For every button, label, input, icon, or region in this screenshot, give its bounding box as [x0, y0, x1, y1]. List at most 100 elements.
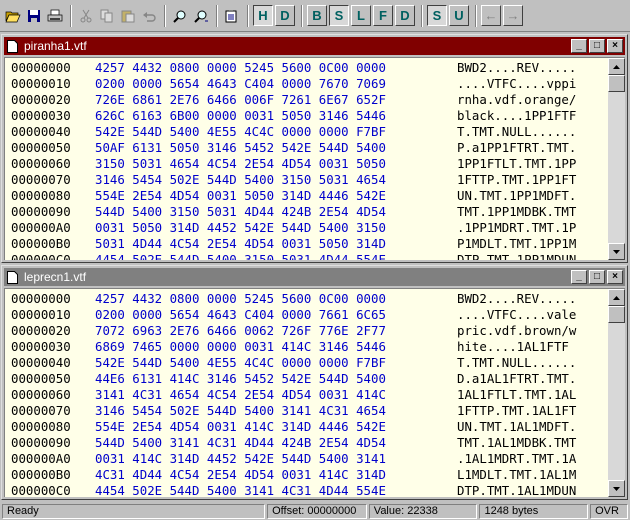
- vertical-scrollbar[interactable]: [608, 289, 625, 497]
- copy-icon[interactable]: [97, 5, 117, 26]
- minimize-button[interactable]: _: [571, 270, 587, 284]
- ascii-text[interactable]: L1MDLT.TMT.1AL1M: [457, 467, 576, 483]
- toggle-b-button[interactable]: B: [307, 5, 327, 26]
- hex-row[interactable]: 00000000 4257 4432 0800 0000 5245 5600 0C…: [11, 60, 608, 76]
- ascii-text[interactable]: rnha.vdf.orange/: [457, 92, 576, 108]
- ascii-text[interactable]: .1PP1MDRT.TMT.1P: [457, 220, 576, 236]
- hex-bytes[interactable]: 4C31 4D44 4C54 2E54 4D54 0031 414C 314D: [95, 467, 457, 483]
- find-next-icon[interactable]: [191, 5, 211, 26]
- ascii-text[interactable]: DTP.TMT.1AL1MDUN: [457, 483, 576, 497]
- ascii-text[interactable]: pric.vdf.brown/w: [457, 323, 576, 339]
- close-button[interactable]: ×: [607, 39, 623, 53]
- toggle-d-button[interactable]: D: [395, 5, 415, 26]
- hex-bytes[interactable]: 544D 5400 3141 4C31 4D44 424B 2E54 4D54: [95, 435, 457, 451]
- ascii-text[interactable]: UN.TMT.1AL1MDFT.: [457, 419, 576, 435]
- maximize-button[interactable]: □: [589, 270, 605, 284]
- toggle-f-button[interactable]: F: [373, 5, 393, 26]
- ascii-text[interactable]: 1FTTP.TMT.1AL1FT: [457, 403, 576, 419]
- ascii-text[interactable]: .1AL1MDRT.TMT.1A: [457, 451, 576, 467]
- hex-bytes[interactable]: 626C 6163 6B00 0000 0031 5050 3146 5446: [95, 108, 457, 124]
- ascii-text[interactable]: hite....1AL1FTF: [457, 339, 569, 355]
- ascii-text[interactable]: 1FTTP.TMT.1PP1FT: [457, 172, 576, 188]
- hex-bytes[interactable]: 5031 4D44 4C54 2E54 4D54 0031 5050 314D: [95, 236, 457, 252]
- hex-row[interactable]: 00000060 3150 5031 4654 4C54 2E54 4D54 00…: [11, 156, 608, 172]
- hex-bytes[interactable]: 50AF 6131 5050 3146 5452 542E 544D 5400: [95, 140, 457, 156]
- ascii-text[interactable]: black....1PP1FTF: [457, 108, 576, 124]
- scroll-thumb[interactable]: [608, 306, 625, 323]
- hex-bytes[interactable]: 3146 5454 502E 544D 5400 3150 5031 4654: [95, 172, 457, 188]
- hex-row[interactable]: 000000B0 4C31 4D44 4C54 2E54 4D54 0031 41…: [11, 467, 608, 483]
- hex-bytes[interactable]: 4454 502E 544D 5400 3150 5031 4D44 554E: [95, 252, 457, 260]
- hex-row[interactable]: 00000080 554E 2E54 4D54 0031 5050 314D 44…: [11, 188, 608, 204]
- hex-row[interactable]: 00000000 4257 4432 0800 0000 5245 5600 0C…: [11, 291, 608, 307]
- forward-button[interactable]: →: [503, 5, 523, 26]
- hex-bytes[interactable]: 3146 5454 502E 544D 5400 3141 4C31 4654: [95, 403, 457, 419]
- hex-row[interactable]: 00000040 542E 544D 5400 4E55 4C4C 0000 00…: [11, 124, 608, 140]
- toggle-l-button[interactable]: L: [351, 5, 371, 26]
- save-icon[interactable]: [24, 5, 44, 26]
- maximize-button[interactable]: □: [589, 39, 605, 53]
- hex-bytes[interactable]: 542E 544D 5400 4E55 4C4C 0000 0000 F7BF: [95, 355, 457, 371]
- ascii-text[interactable]: ....VTFC....vale: [457, 307, 576, 323]
- hex-row[interactable]: 00000030 6869 7465 0000 0000 0031 414C 31…: [11, 339, 608, 355]
- hex-row[interactable]: 00000080 554E 2E54 4D54 0031 414C 314D 44…: [11, 419, 608, 435]
- toggle-d-button[interactable]: D: [275, 5, 295, 26]
- hex-bytes[interactable]: 554E 2E54 4D54 0031 5050 314D 4446 542E: [95, 188, 457, 204]
- hex-row[interactable]: 00000020 726E 6861 2E76 6466 006F 7261 6E…: [11, 92, 608, 108]
- hex-row[interactable]: 000000C0 4454 502E 544D 5400 3141 4C31 4D…: [11, 483, 608, 497]
- hex-row[interactable]: 00000090 544D 5400 3150 5031 4D44 424B 2E…: [11, 204, 608, 220]
- hex-row[interactable]: 000000A0 0031 5050 314D 4452 542E 544D 54…: [11, 220, 608, 236]
- hex-row[interactable]: 00000040 542E 544D 5400 4E55 4C4C 0000 00…: [11, 355, 608, 371]
- ascii-text[interactable]: T.TMT.NULL......: [457, 355, 576, 371]
- hex-bytes[interactable]: 44E6 6131 414C 3146 5452 542E 544D 5400: [95, 371, 457, 387]
- hex-row[interactable]: 00000010 0200 0000 5654 4643 C404 0000 76…: [11, 76, 608, 92]
- find-icon[interactable]: [170, 5, 190, 26]
- ascii-text[interactable]: P.a1PP1FTRT.TMT.: [457, 140, 576, 156]
- hex-bytes[interactable]: 554E 2E54 4D54 0031 414C 314D 4446 542E: [95, 419, 457, 435]
- hex-row[interactable]: 000000C0 4454 502E 544D 5400 3150 5031 4D…: [11, 252, 608, 260]
- ascii-text[interactable]: UN.TMT.1PP1MDFT.: [457, 188, 576, 204]
- print-icon[interactable]: [45, 5, 65, 26]
- hex-row[interactable]: 00000060 3141 4C31 4654 4C54 2E54 4D54 00…: [11, 387, 608, 403]
- open-icon[interactable]: [3, 5, 23, 26]
- hex-bytes[interactable]: 7072 6963 2E76 6466 0062 726F 776E 2F77: [95, 323, 457, 339]
- hex-row[interactable]: 00000020 7072 6963 2E76 6466 0062 726F 77…: [11, 323, 608, 339]
- ascii-text[interactable]: BWD2....REV.....: [457, 291, 576, 307]
- hex-view[interactable]: 00000000 4257 4432 0800 0000 5245 5600 0C…: [4, 288, 625, 497]
- toggle-s-button[interactable]: S: [427, 5, 447, 26]
- window-title-bar[interactable]: leprecn1.vtf _ □ ×: [4, 268, 625, 286]
- window-title-bar[interactable]: piranha1.vtf _ □ ×: [4, 37, 625, 55]
- hex-row[interactable]: 000000A0 0031 414C 314D 4452 542E 544D 54…: [11, 451, 608, 467]
- ascii-text[interactable]: 1AL1FTLT.TMT.1AL: [457, 387, 576, 403]
- scroll-thumb[interactable]: [608, 75, 625, 92]
- close-button[interactable]: ×: [607, 270, 623, 284]
- hex-bytes[interactable]: 0200 0000 5654 4643 C404 0000 7661 6C65: [95, 307, 457, 323]
- hex-row[interactable]: 00000070 3146 5454 502E 544D 5400 3150 50…: [11, 172, 608, 188]
- scroll-down-button[interactable]: [608, 480, 625, 497]
- hex-row[interactable]: 00000050 44E6 6131 414C 3146 5452 542E 54…: [11, 371, 608, 387]
- toggle-u-button[interactable]: U: [449, 5, 469, 26]
- hex-bytes[interactable]: 4257 4432 0800 0000 5245 5600 0C00 0000: [95, 291, 457, 307]
- ascii-text[interactable]: 1PP1FTLT.TMT.1PP: [457, 156, 576, 172]
- hex-row[interactable]: 00000090 544D 5400 3141 4C31 4D44 424B 2E…: [11, 435, 608, 451]
- scroll-down-button[interactable]: [608, 243, 625, 260]
- hex-row[interactable]: 00000050 50AF 6131 5050 3146 5452 542E 54…: [11, 140, 608, 156]
- undo-icon[interactable]: [139, 5, 159, 26]
- ascii-text[interactable]: TMT.1AL1MDBK.TMT: [457, 435, 576, 451]
- hex-bytes[interactable]: 0200 0000 5654 4643 C404 0000 7670 7069: [95, 76, 457, 92]
- scroll-up-button[interactable]: [608, 58, 625, 75]
- hex-bytes[interactable]: 0031 414C 314D 4452 542E 544D 5400 3141: [95, 451, 457, 467]
- hex-bytes[interactable]: 4454 502E 544D 5400 3141 4C31 4D44 554E: [95, 483, 457, 497]
- clipboard-icon[interactable]: [222, 5, 242, 26]
- hex-view[interactable]: 00000000 4257 4432 0800 0000 5245 5600 0C…: [4, 57, 625, 260]
- ascii-text[interactable]: DTP.TMT.1PP1MDUN: [457, 252, 576, 260]
- hex-bytes[interactable]: 542E 544D 5400 4E55 4C4C 0000 0000 F7BF: [95, 124, 457, 140]
- hex-row[interactable]: 00000010 0200 0000 5654 4643 C404 0000 76…: [11, 307, 608, 323]
- hex-row[interactable]: 00000030 626C 6163 6B00 0000 0031 5050 31…: [11, 108, 608, 124]
- ascii-text[interactable]: ....VTFC....vppi: [457, 76, 576, 92]
- ascii-text[interactable]: BWD2....REV.....: [457, 60, 576, 76]
- hex-dump[interactable]: 00000000 4257 4432 0800 0000 5245 5600 0C…: [5, 58, 608, 260]
- hex-bytes[interactable]: 544D 5400 3150 5031 4D44 424B 2E54 4D54: [95, 204, 457, 220]
- vertical-scrollbar[interactable]: [608, 58, 625, 260]
- hex-bytes[interactable]: 4257 4432 0800 0000 5245 5600 0C00 0000: [95, 60, 457, 76]
